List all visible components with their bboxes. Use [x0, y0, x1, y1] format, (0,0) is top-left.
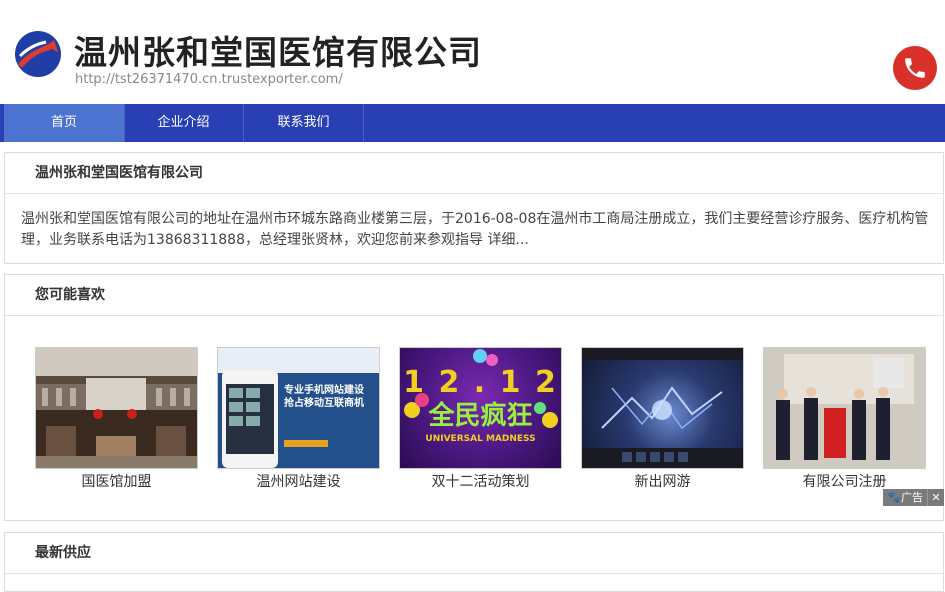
intro-more-link[interactable]: 详细... — [487, 232, 528, 248]
site-url[interactable]: http://tst26371470.cn.trustexporter.com/ — [75, 72, 343, 87]
recommend-heading: 您可能喜欢 — [5, 275, 943, 316]
ceremony-illustration — [764, 348, 925, 468]
phone-glyph-icon — [905, 58, 925, 78]
product-caption[interactable]: 新出网游 — [581, 471, 744, 491]
nav-item-contact[interactable]: 联系我们 — [244, 104, 364, 142]
ad-tag[interactable]: 🐾 广告 ✕ — [883, 489, 944, 506]
nav-item-home[interactable]: 首页 — [4, 104, 125, 142]
product-card[interactable]: 新出网游 — [581, 347, 744, 491]
banner-line-1: 专业手机网站建设 — [284, 385, 364, 396]
game-scene-illustration — [582, 348, 743, 468]
product-card[interactable]: 国医馆加盟 — [35, 347, 198, 491]
paw-icon: 🐾 — [887, 491, 901, 504]
phone-icon[interactable] — [893, 46, 937, 90]
intro-heading: 温州张和堂国医馆有限公司 — [5, 153, 943, 194]
intro-panel: 温州张和堂国医馆有限公司 温州张和堂国医馆有限公司的地址在温州市环城东路商业楼第… — [4, 152, 944, 264]
ad-label: 广告 — [901, 491, 923, 504]
product-image-game[interactable] — [581, 347, 744, 469]
product-image-guoyiguan[interactable] — [35, 347, 198, 469]
product-caption[interactable]: 双十二活动策划 — [399, 471, 562, 491]
close-icon[interactable]: ✕ — [927, 489, 944, 506]
swoosh-arrow-logo[interactable] — [14, 30, 62, 78]
product-caption[interactable]: 有限公司注册 — [763, 471, 926, 491]
product-caption[interactable]: 国医馆加盟 — [35, 471, 198, 491]
product-card[interactable]: 有限公司注册 — [763, 347, 926, 491]
supply-heading: 最新供应 — [5, 533, 943, 574]
courtyard-illustration — [36, 348, 197, 468]
site-header: 温州张和堂国医馆有限公司 http://tst26371470.cn.trust… — [0, 0, 945, 104]
banner-date: 1 2 . 1 2 — [403, 365, 558, 400]
banner-line-2: 抢占移动互联商机 — [284, 398, 364, 409]
main-nav: 首页 企业介绍 联系我们 — [0, 104, 945, 142]
product-banner-text: 专业手机网站建设 抢占移动互联商机 — [284, 384, 364, 410]
product-card[interactable]: 1 2 . 1 2 全民疯狂 UNIVERSAL MADNESS 双十二活动策划 — [399, 347, 562, 491]
intro-text: 温州张和堂国医馆有限公司的地址在温州市环城东路商业楼第三层，于2016-08-0… — [21, 209, 931, 251]
product-image-website[interactable]: 专业手机网站建设 抢占移动互联商机 — [217, 347, 380, 469]
product-banner-text: 1 2 . 1 2 全民疯狂 UNIVERSAL MADNESS — [400, 366, 561, 446]
supply-panel: 最新供应 — [4, 532, 944, 592]
product-caption[interactable]: 温州网站建设 — [217, 471, 380, 491]
intro-body: 温州张和堂国医馆有限公司的地址在温州市环城东路商业楼第三层，于2016-08-0… — [21, 211, 929, 248]
banner-english: UNIVERSAL MADNESS — [425, 434, 536, 444]
product-image-double12[interactable]: 1 2 . 1 2 全民疯狂 UNIVERSAL MADNESS — [399, 347, 562, 469]
site-title[interactable]: 温州张和堂国医馆有限公司 — [74, 26, 482, 74]
product-image-registration[interactable] — [763, 347, 926, 469]
nav-item-about[interactable]: 企业介绍 — [124, 104, 244, 142]
banner-slogan: 全民疯狂 — [428, 401, 533, 431]
product-card[interactable]: 专业手机网站建设 抢占移动互联商机 温州网站建设 — [217, 347, 380, 491]
